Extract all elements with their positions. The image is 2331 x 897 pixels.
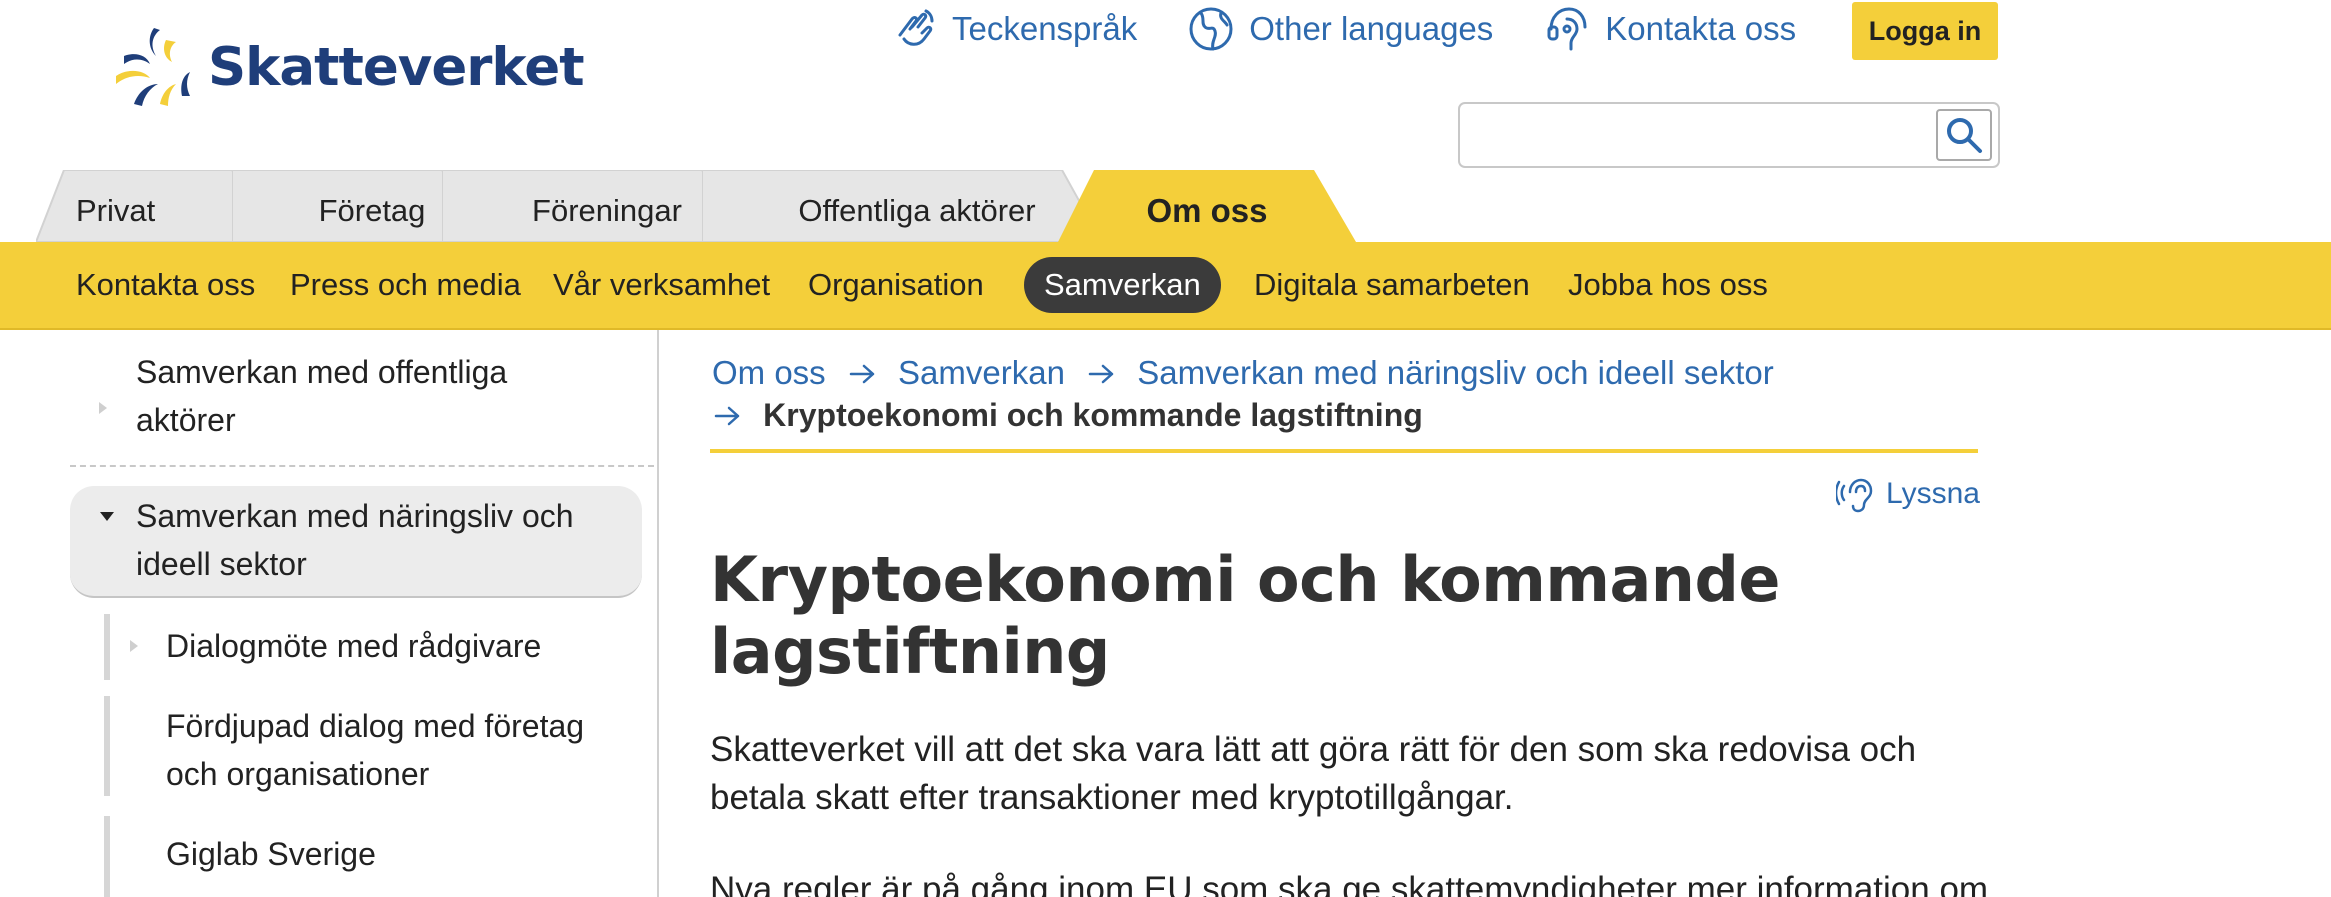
subnav-jobba-hos-oss[interactable]: Jobba hos oss: [1568, 257, 1768, 313]
top-link-other-languages[interactable]: Other languages: [1187, 5, 1493, 53]
breadcrumb-link-naringsliv[interactable]: Samverkan med näringsliv och ideell sekt…: [1137, 354, 1773, 391]
leftnav-label-line: Samverkan med offentliga: [136, 354, 508, 390]
article-paragraph: Nya regler är på gång inom EU som ska ge…: [710, 870, 1989, 897]
leftnav-label-line: Fördjupad dialog med företag: [166, 708, 585, 744]
listen-button[interactable]: Lyssna: [1836, 474, 1980, 514]
leftnav-separator: [70, 465, 654, 467]
globe-icon: [1189, 7, 1233, 51]
sub-navigation: Kontakta oss Press och media Vår verksam…: [0, 242, 2331, 330]
breadcrumb: Om oss Samverkan Samverkan med näringsli…: [712, 352, 1978, 436]
article-lead: Skatteverket vill att det ska vara lätt …: [710, 726, 1980, 822]
expand-arrow-icon: [99, 402, 107, 414]
subnav-samverkan[interactable]: Samverkan: [1024, 257, 1221, 313]
leftnav-label-line: Giglab Sverige: [166, 836, 376, 872]
leftnav-label-line: ideell sektor: [136, 546, 307, 582]
breadcrumb-link-samverkan[interactable]: Samverkan: [898, 354, 1065, 391]
collapse-arrow-icon: [100, 512, 114, 521]
leftnav-item-naringsliv[interactable]: Samverkan med näringsliv och ideell sekt…: [70, 492, 648, 588]
arrow-right-icon: [849, 364, 875, 384]
top-link-label: Kontakta oss: [1605, 10, 1797, 47]
subnav-organisation[interactable]: Organisation: [808, 257, 984, 313]
tab-label: Föreningar: [532, 193, 682, 228]
page-title-line: lagstiftning: [710, 615, 1110, 688]
leftnav-label-line: Dialogmöte med rådgivare: [166, 628, 542, 664]
search-box: [1458, 102, 2000, 168]
tab-label: Offentliga aktörer: [798, 193, 1036, 228]
subnav-kontakta-oss[interactable]: Kontakta oss: [76, 257, 255, 313]
breadcrumb-underline: [710, 449, 1978, 453]
skatteverket-logo[interactable]: Skatteverket: [104, 18, 585, 108]
top-link-label: Other languages: [1249, 10, 1494, 47]
brand-name: Skatteverket: [208, 36, 585, 98]
expand-arrow-icon: [130, 640, 138, 652]
breadcrumb-link-om-oss[interactable]: Om oss: [712, 354, 826, 391]
subnav-digitala-samarbeten[interactable]: Digitala samarbeten: [1254, 257, 1530, 313]
search-icon: [1947, 118, 1982, 153]
top-links: Teckenspråk Other languages Kontakta oss: [890, 0, 1846, 58]
search-input[interactable]: [1468, 112, 1928, 158]
breadcrumb-current: Kryptoekonomi och kommande lagstiftning: [763, 397, 1423, 433]
login-button[interactable]: Logga in: [1852, 2, 1998, 60]
lead-line: Skatteverket vill att det ska vara lätt …: [710, 730, 1917, 769]
subnav-press-och-media[interactable]: Press och media: [290, 257, 521, 313]
sign-language-icon: [898, 9, 934, 46]
tab-foreningar[interactable]: Föreningar: [442, 170, 742, 242]
contact-headset-icon: [1547, 7, 1587, 51]
lead-line: betala skatt efter transaktioner med kry…: [710, 778, 1514, 817]
leftnav-label-line: och organisationer: [166, 756, 430, 792]
tab-offentliga-aktorer[interactable]: Offentliga aktörer: [702, 170, 1102, 242]
search-button[interactable]: [1936, 109, 1992, 161]
skatteverket-logo-icon: [116, 28, 190, 106]
top-link-contact[interactable]: Kontakta oss: [1543, 5, 1796, 53]
page-title: Kryptoekonomi och kommande lagstiftning: [710, 544, 1970, 688]
listen-ear-icon: [1836, 478, 1873, 513]
subnav-var-verksamhet[interactable]: Vår verksamhet: [553, 257, 770, 313]
leftnav-label-line: Samverkan med näringsliv och: [136, 498, 574, 534]
tab-om-oss[interactable]: Om oss: [1058, 170, 1356, 242]
leftnav-item-offentliga-aktorer[interactable]: Samverkan med offentliga aktörer: [70, 348, 648, 444]
page-title-line: Kryptoekonomi och kommande: [710, 543, 1780, 616]
leftnav-item-giglab[interactable]: Giglab Sverige: [70, 830, 648, 878]
arrow-right-icon: [714, 406, 740, 426]
listen-label: Lyssna: [1886, 477, 1980, 510]
tab-label: Om oss: [1146, 192, 1268, 229]
leftnav-item-fordjupad-dialog[interactable]: Fördjupad dialog med företag och organis…: [70, 702, 648, 798]
leftnav-item-dialogmote[interactable]: Dialogmöte med rådgivare: [70, 622, 648, 670]
top-link-sign-language[interactable]: Teckenspråk: [890, 5, 1137, 53]
arrow-right-icon: [1088, 364, 1114, 384]
top-link-label: Teckenspråk: [952, 10, 1138, 47]
leftnav-label-line: aktörer: [136, 402, 236, 438]
sidebar-divider: [657, 330, 659, 897]
